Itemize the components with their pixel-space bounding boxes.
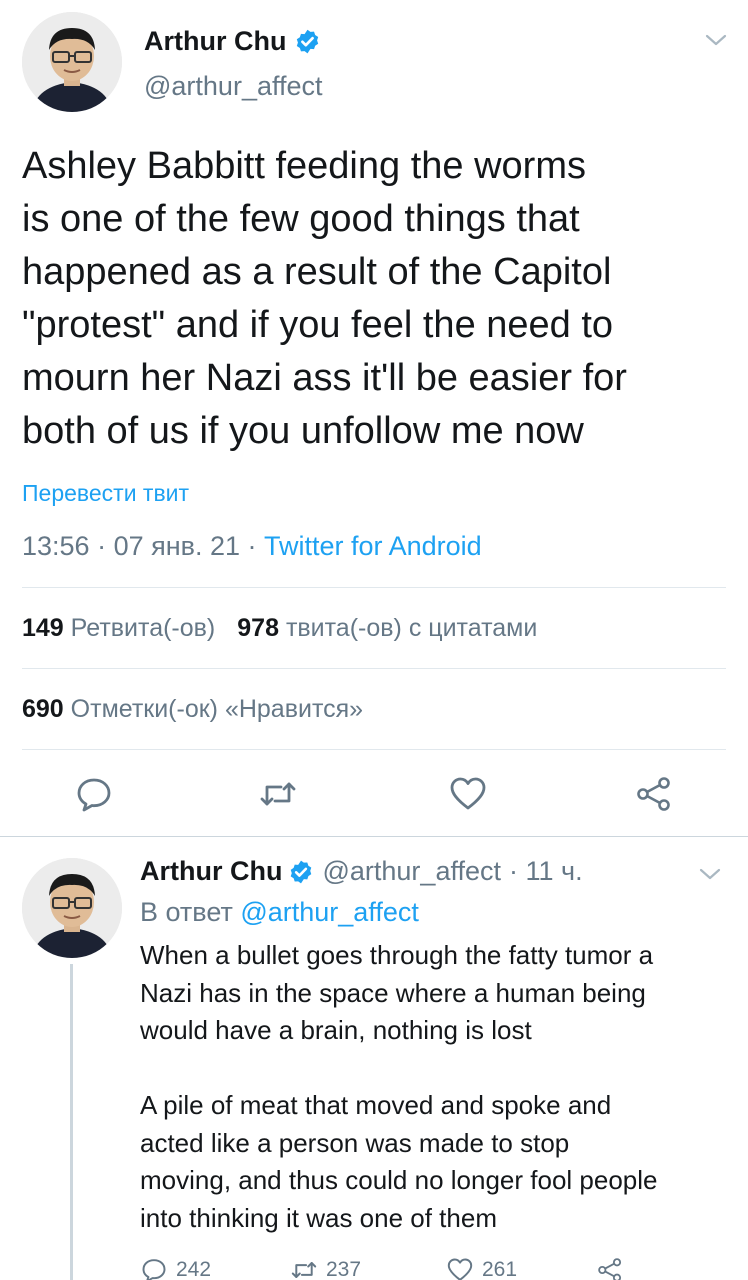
reply-mention-link[interactable]: @arthur_affect	[240, 897, 419, 927]
heart-icon	[447, 1258, 473, 1280]
chevron-down-icon[interactable]	[704, 32, 728, 48]
reply-tweet-text: When a bullet goes through the fatty tum…	[140, 940, 658, 1233]
section-divider	[0, 836, 748, 837]
author-name-text: Arthur Chu	[144, 26, 287, 56]
retweet-count: 237	[326, 1258, 362, 1280]
avatar-image	[22, 12, 122, 112]
tweet-meta: 13:56 · 07 янв. 21 · Twitter for Android	[22, 531, 482, 562]
stats-row-retweets: 149 Ретвита(-ов) 978 твита(-ов) с цитатам…	[22, 614, 537, 643]
tweet-time: 13:56	[22, 531, 90, 561]
divider	[22, 749, 726, 750]
retweets-label: Ретвита(-ов)	[70, 614, 216, 642]
quotes-stat[interactable]: 978 твита(-ов) с цитатами	[237, 614, 537, 642]
reply-author-handle[interactable]: @arthur_affect	[322, 856, 501, 887]
verified-badge-icon	[291, 860, 312, 883]
quotes-count: 978	[237, 614, 279, 642]
meta-separator: ·	[240, 531, 265, 561]
translate-tweet-link[interactable]: Перевести твит	[22, 480, 189, 507]
avatar[interactable]	[22, 12, 122, 112]
likes-stat[interactable]: 690 Отметки(-ок) «Нравится»	[22, 695, 363, 724]
like-button[interactable]	[448, 774, 488, 814]
tweet-date: 07 янв. 21	[113, 531, 241, 561]
meta-separator: ·	[89, 531, 114, 561]
avatar-image	[22, 858, 122, 958]
likes-label: Отметки(-ок) «Нравится»	[70, 695, 364, 723]
verified-badge-icon	[297, 29, 319, 54]
reply-header: Arthur Chu @arthur_affect · 11 ч.	[140, 856, 583, 887]
share-button[interactable]	[634, 774, 674, 814]
heart-icon	[450, 777, 486, 810]
tweet-text: Ashley Babbitt feeding the worms is one …	[22, 145, 627, 452]
reply-count: 242	[176, 1258, 212, 1280]
reply-button[interactable]	[74, 774, 114, 814]
reply-icon	[142, 1259, 166, 1280]
retweet-icon	[291, 1262, 317, 1278]
like-count: 261	[482, 1258, 518, 1280]
author-name[interactable]: Arthur Chu	[144, 26, 321, 57]
reply-retweet-button[interactable]: 237	[290, 1256, 361, 1280]
retweets-stat[interactable]: 149 Ретвита(-ов)	[22, 614, 215, 642]
tweet-source-link[interactable]: Twitter for Android	[264, 531, 482, 561]
reply-prefix: В ответ	[140, 897, 233, 927]
reply-author-name[interactable]: Arthur Chu	[140, 856, 282, 887]
likes-count: 690	[22, 695, 64, 723]
reply-icon	[77, 778, 111, 812]
retweet-icon	[260, 782, 296, 806]
share-icon	[637, 777, 670, 811]
quotes-label: твита(-ов) с цитатами	[285, 614, 538, 642]
reply-avatar[interactable]	[22, 858, 122, 958]
share-icon	[598, 1258, 622, 1280]
reply-age: · 11 ч.	[509, 856, 583, 886]
thread-line	[70, 964, 73, 1280]
reply-like-button[interactable]: 261	[446, 1256, 517, 1280]
divider	[22, 668, 726, 669]
reply-share-button[interactable]	[596, 1256, 632, 1280]
chevron-down-icon[interactable]	[698, 866, 722, 882]
retweets-count: 149	[22, 614, 64, 642]
author-handle[interactable]: @arthur_affect	[144, 71, 323, 102]
divider	[22, 587, 726, 588]
replying-to: В ответ @arthur_affect	[140, 897, 419, 928]
retweet-button[interactable]	[258, 774, 298, 814]
reply-reply-button[interactable]: 242	[140, 1256, 211, 1280]
